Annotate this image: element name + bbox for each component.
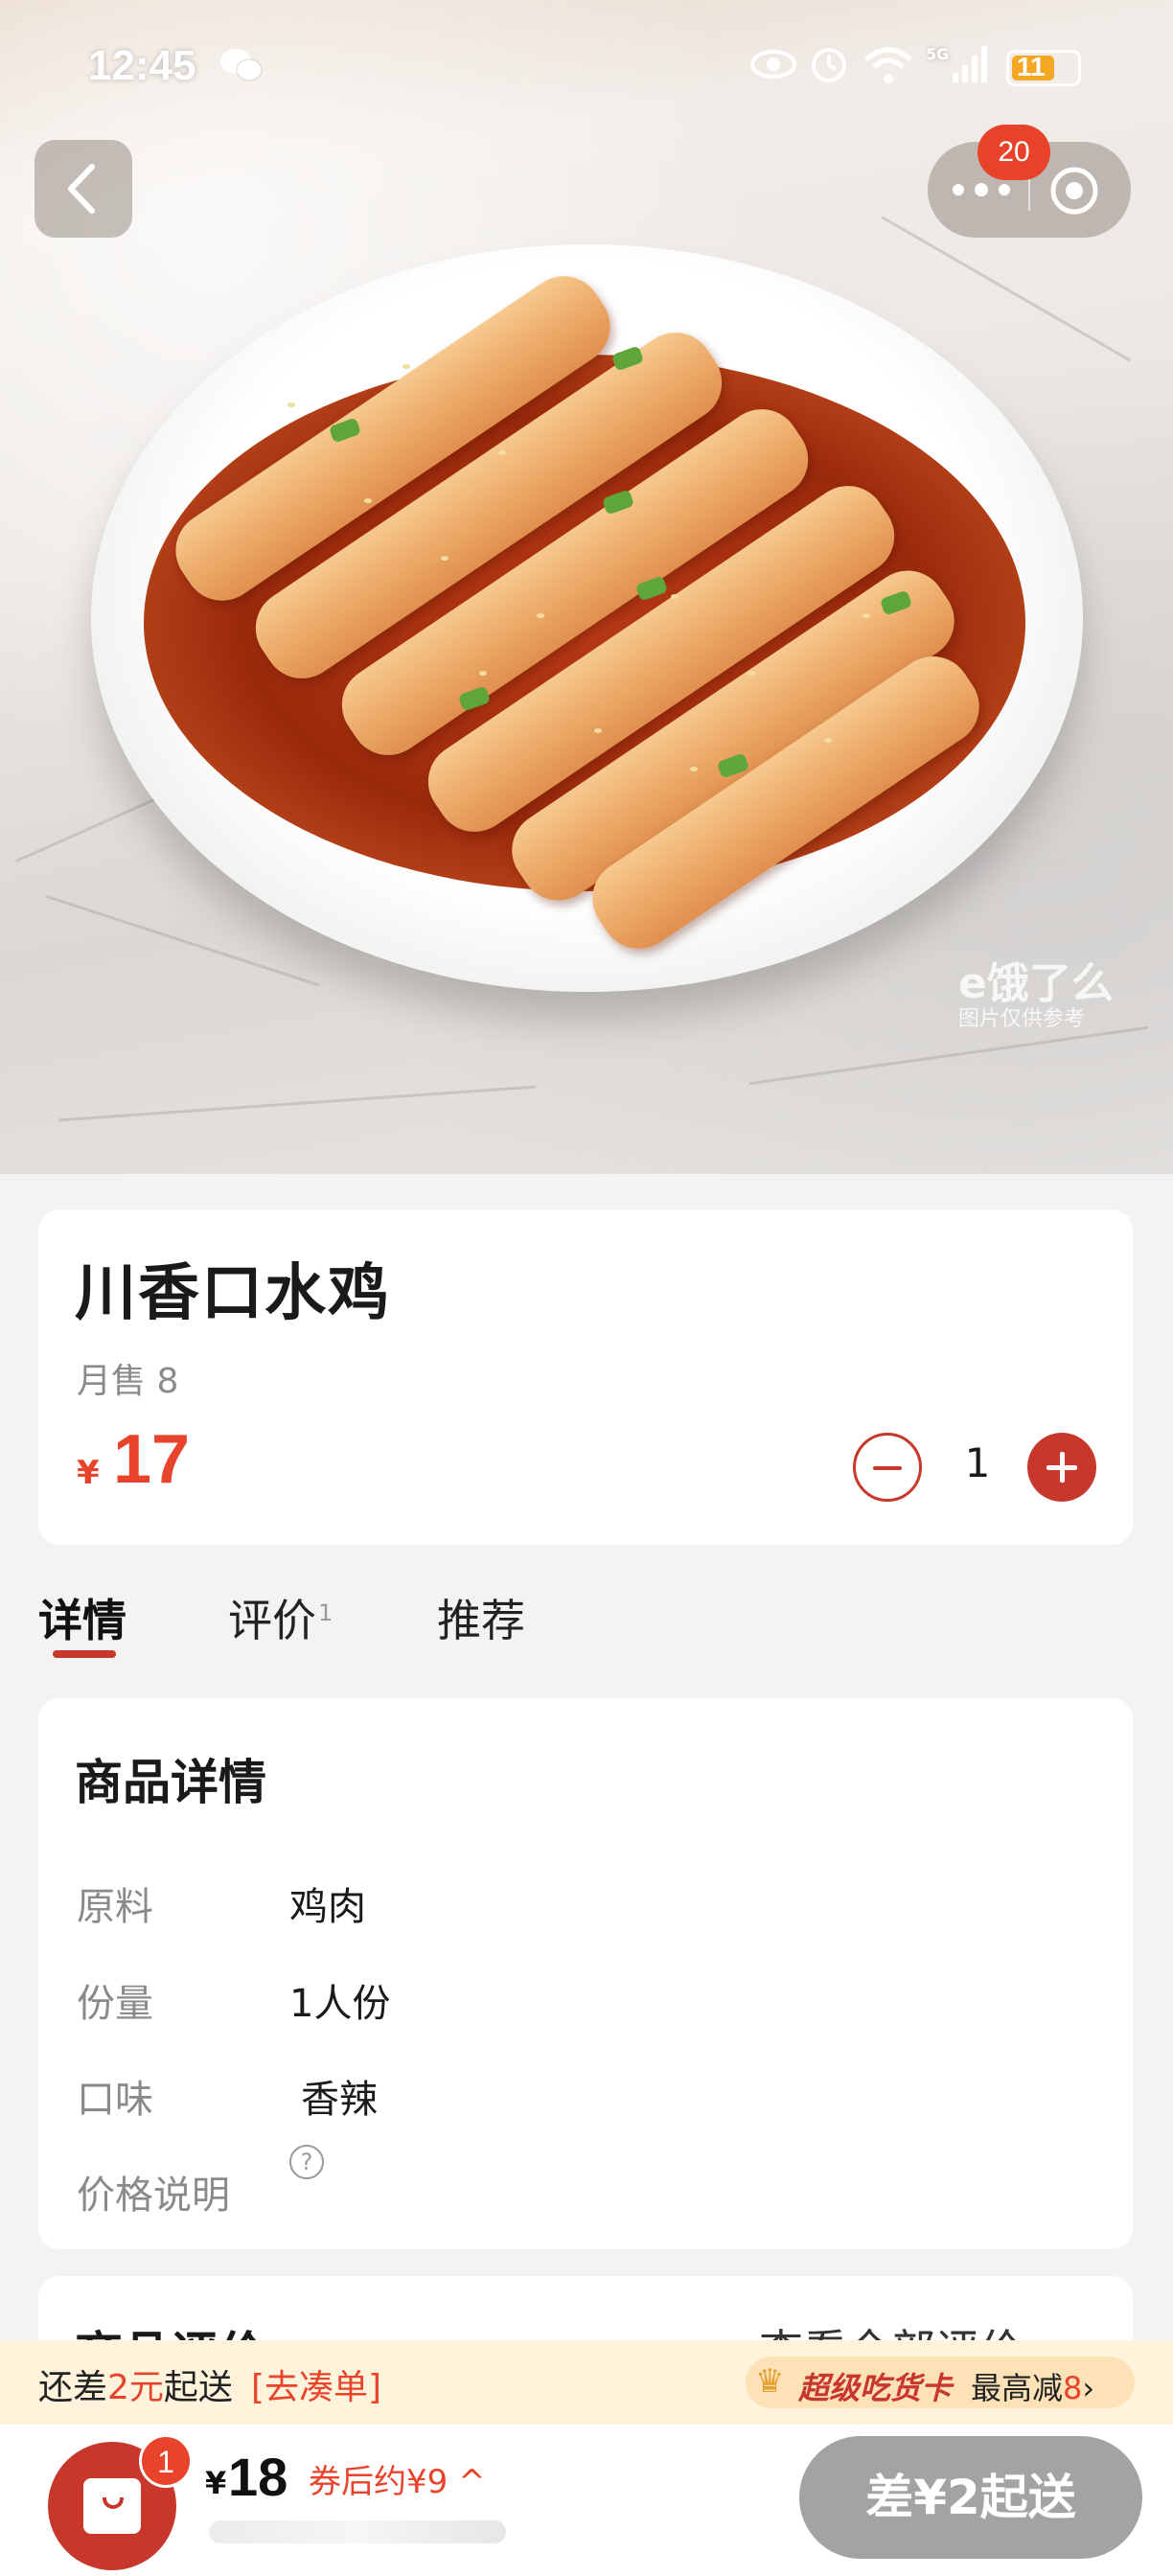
details-card: 商品详情 原料 鸡肉 份量 1人份 口味 香辣 价格说明 ? <box>38 1698 1133 2249</box>
vip-discount-value: 8 <box>1063 2370 1083 2406</box>
wechat-icon <box>218 46 264 93</box>
signal-5g-icon: 5G <box>926 42 993 95</box>
decrease-quantity-button[interactable] <box>853 1433 922 1502</box>
cart-total: 18 <box>228 2447 288 2507</box>
back-button[interactable] <box>34 140 132 238</box>
svg-text:5G: 5G <box>926 45 949 63</box>
vip-discount-text: 最高减 <box>971 2370 1064 2406</box>
promo-bar: 还差2元起送 [去凑单] ♛ 超级吃货卡 最高减8› <box>0 2340 1173 2425</box>
eye-icon <box>749 48 797 89</box>
battery-level: 11 <box>1017 52 1046 81</box>
battery-icon: 11 <box>1006 50 1081 86</box>
bottom-cart-bar: 1 ¥ 18 券后约¥9 ^ 差¥2起送 <box>0 2425 1173 2576</box>
vip-card-banner[interactable]: ♛ 超级吃货卡 最高减8› <box>746 2357 1135 2408</box>
add-items-link[interactable]: [去凑单] <box>251 2359 381 2409</box>
delivery-fee-placeholder <box>209 2520 506 2543</box>
product-name: 川香口水鸡 <box>75 1258 391 1329</box>
status-time: 12:45 <box>88 42 196 89</box>
monthly-sales: 月售 8 <box>77 1362 179 1401</box>
product-info-card: 川香口水鸡 月售 8 ¥ 17 1 <box>38 1209 1133 1545</box>
help-icon[interactable]: ? <box>289 2145 324 2179</box>
tab-reviews-label: 评价 <box>228 1595 316 1646</box>
crown-icon: ♛ <box>755 2362 785 2401</box>
detail-label-portion: 份量 <box>77 1982 153 2026</box>
checkout-button[interactable]: 差¥2起送 <box>799 2436 1142 2559</box>
alarm-icon <box>809 42 849 93</box>
wifi-icon <box>862 42 914 95</box>
min-order-suffix: 起送 <box>163 2368 233 2407</box>
cart-total-currency: ¥ <box>205 2465 227 2501</box>
shopping-bag-icon <box>83 2478 141 2534</box>
tab-recommend-label: 推荐 <box>437 1595 525 1646</box>
price-currency: ¥ <box>77 1454 100 1492</box>
coupon-price-toggle[interactable]: 券后约¥9 ^ <box>309 2455 486 2502</box>
close-target-icon[interactable] <box>1046 163 1102 218</box>
vip-card-label: 超级吃货卡 <box>798 2370 953 2406</box>
min-order-hint: 还差2元起送 <box>38 2359 233 2409</box>
tab-details[interactable]: 详情 <box>38 1586 126 1649</box>
tab-reviews-count: 1 <box>318 1598 334 1626</box>
detail-value-flavor: 香辣 <box>301 2078 378 2122</box>
increase-quantity-button[interactable] <box>1027 1433 1096 1502</box>
quantity-value: 1 <box>964 1439 991 1486</box>
detail-value-portion: 1人份 <box>289 1982 391 2026</box>
watermark-note: 图片仅供参考 <box>958 1007 1086 1031</box>
tab-reviews[interactable]: 评价1 <box>228 1586 333 1649</box>
detail-label-price-note: 价格说明 <box>77 2174 230 2218</box>
cart-count-badge: 1 <box>139 2434 193 2488</box>
notification-badge: 20 <box>978 125 1050 180</box>
product-price: 17 <box>113 1421 191 1498</box>
detail-label-ingredient: 原料 <box>77 1885 153 1929</box>
detail-value-ingredient: 鸡肉 <box>289 1885 366 1929</box>
min-order-amount: 2元 <box>107 2368 164 2407</box>
tab-details-label: 详情 <box>38 1595 126 1646</box>
active-tab-indicator <box>53 1650 116 1658</box>
details-title: 商品详情 <box>75 1755 266 1810</box>
tab-recommend[interactable]: 推荐 <box>437 1586 525 1649</box>
chevron-left-icon <box>68 164 95 214</box>
min-order-prefix: 还差 <box>38 2368 108 2407</box>
chevron-right-icon: › <box>1082 2370 1095 2406</box>
vip-discount: 最高减8› <box>971 2364 1094 2408</box>
detail-label-flavor: 口味 <box>77 2078 153 2122</box>
